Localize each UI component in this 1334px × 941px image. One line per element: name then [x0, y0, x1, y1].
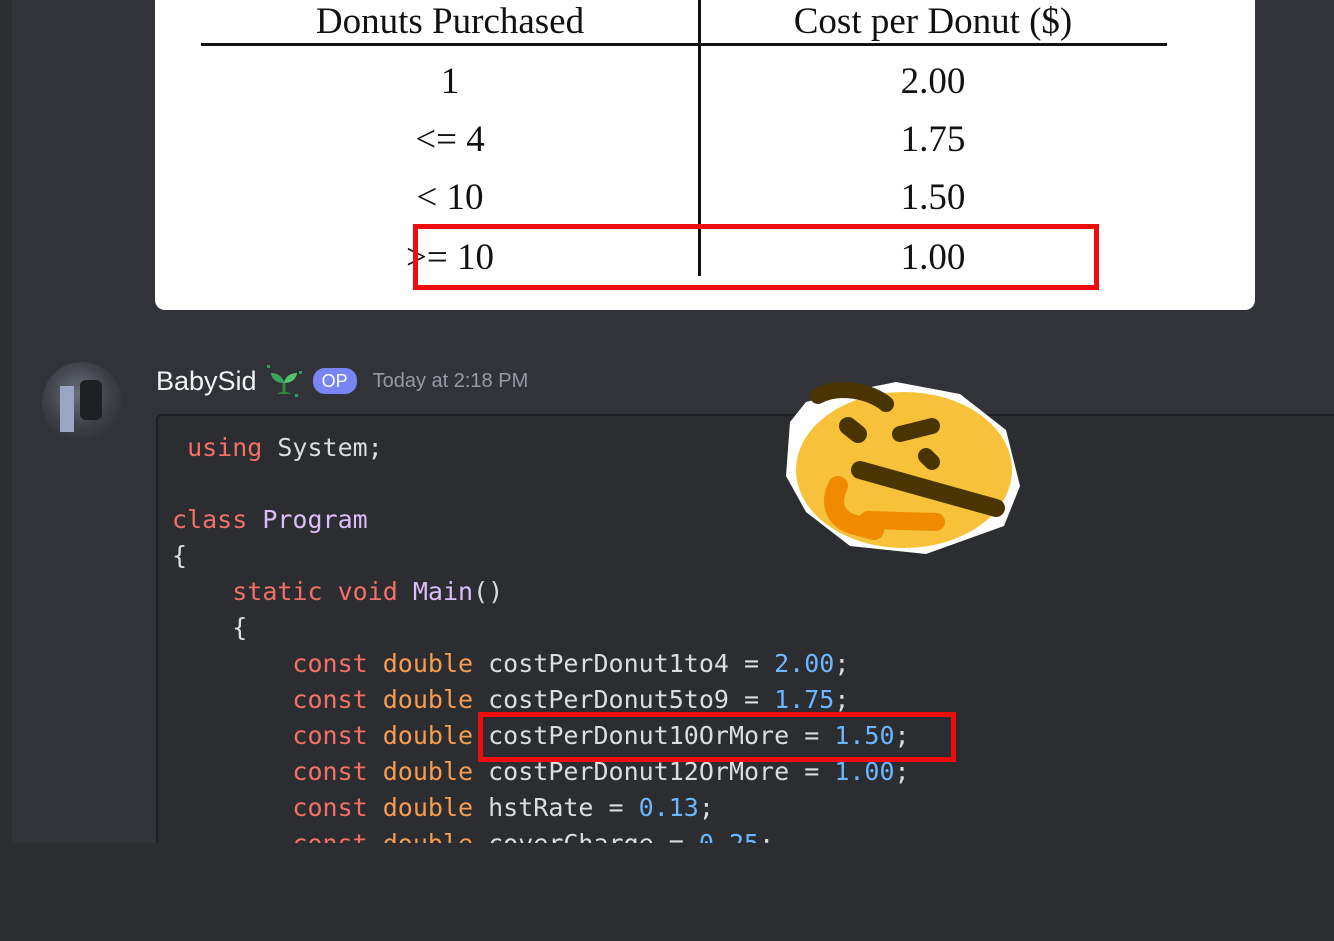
- thinking-emoji: [786, 382, 1020, 554]
- chat-message: BabySid OP Today at 2:18 PM using System…: [12, 352, 1334, 843]
- code-brace: {: [172, 541, 188, 570]
- code-identifier: coverCharge: [488, 829, 654, 843]
- code-keyword: static: [232, 577, 323, 606]
- op-badge: OP: [312, 368, 357, 394]
- code-keyword: void: [337, 577, 398, 606]
- code-brace: {: [232, 613, 248, 642]
- code-block: using System; class Program { static voi…: [156, 414, 1334, 843]
- code-type: double: [382, 685, 474, 714]
- attached-image[interactable]: Donuts Purchased Cost per Donut ($) 1 2.…: [155, 0, 1255, 310]
- code-keyword: const: [292, 757, 368, 786]
- code-class: Program: [262, 505, 368, 534]
- code-number: 2.00: [774, 649, 835, 678]
- cell-cost: 1.50: [900, 177, 966, 218]
- code-keyword: const: [292, 649, 368, 678]
- code-text: (): [473, 577, 504, 606]
- code-text: System;: [262, 433, 383, 462]
- code-type: double: [382, 649, 474, 678]
- cell-donuts: <= 4: [415, 119, 485, 160]
- sprout-icon: [266, 365, 302, 397]
- table-row: <= 4 1.75: [201, 118, 1167, 168]
- code-keyword: const: [292, 721, 368, 750]
- code-identifier: costPerDonut5to9: [488, 685, 729, 714]
- table-row: 1 2.00: [201, 60, 1167, 110]
- code-class: Main: [412, 577, 474, 606]
- code-keyword: const: [292, 793, 368, 822]
- cell-donuts: 1: [440, 61, 460, 102]
- timestamp[interactable]: Today at 2:18 PM: [373, 370, 529, 393]
- code-identifier: costPerDonut1to4: [488, 649, 729, 678]
- chat-pane: Donuts Purchased Cost per Donut ($) 1 2.…: [12, 0, 1334, 843]
- code-number: 1.75: [774, 685, 835, 714]
- cell-cost: 2.00: [900, 61, 966, 102]
- cell-cost: 1.75: [900, 119, 966, 160]
- code-highlight-box: [478, 712, 956, 762]
- code-identifier: hstRate: [488, 793, 594, 822]
- table-header-cost: Cost per Donut ($): [793, 1, 1073, 42]
- table-row: < 10 1.50: [201, 176, 1167, 226]
- code-keyword: const: [292, 829, 367, 843]
- code-type: double: [382, 757, 474, 786]
- code-keyword: using: [187, 433, 263, 462]
- table-highlight-box: [413, 224, 1099, 290]
- code-type: double: [382, 721, 474, 750]
- avatar[interactable]: [42, 362, 122, 442]
- code-type: double: [382, 793, 474, 822]
- cell-donuts: < 10: [416, 177, 484, 218]
- price-table: Donuts Purchased Cost per Donut ($) 1 2.…: [201, 0, 1167, 310]
- message-header: BabySid OP Today at 2:18 PM: [156, 364, 528, 398]
- code-keyword: const: [292, 685, 368, 714]
- header-rule: [201, 43, 1167, 46]
- code-type: double: [383, 829, 473, 843]
- username[interactable]: BabySid: [156, 366, 257, 397]
- code-keyword: class: [172, 505, 248, 534]
- code-number: 0.25: [699, 829, 759, 843]
- code-number: 0.13: [638, 793, 699, 822]
- table-header-donuts: Donuts Purchased: [315, 1, 585, 42]
